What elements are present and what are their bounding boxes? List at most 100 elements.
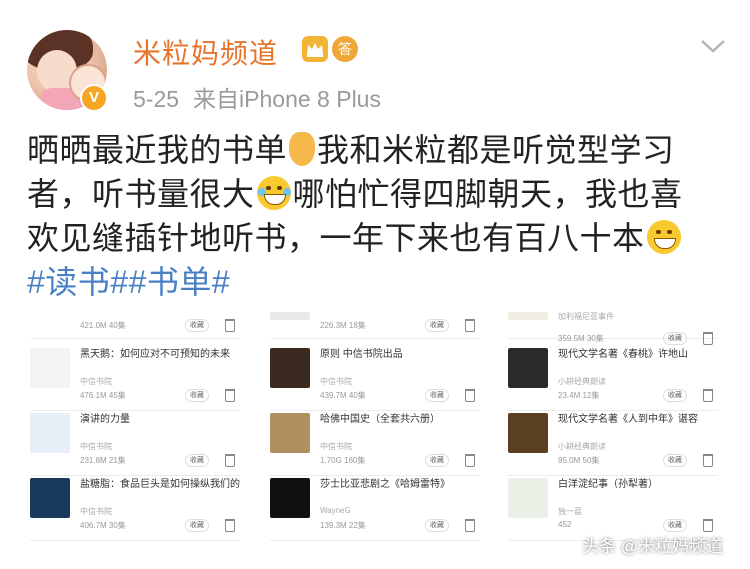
collect-button[interactable]: 收藏	[185, 389, 209, 402]
book-stats: 1.70G 160集	[320, 455, 365, 466]
book-stats: 95.0M 50集	[558, 455, 599, 466]
book-stats: 406.7M 30集	[80, 520, 126, 531]
book-cover-image[interactable]	[270, 478, 310, 518]
book-cover-image[interactable]	[30, 413, 70, 453]
book-stats: 359.5M 30集	[558, 333, 604, 344]
trash-icon[interactable]	[225, 319, 235, 332]
book-size: 476.1M	[80, 391, 107, 400]
post-text: 晒晒最近我的书单 我和米粒都是听觉型学习 者，听书量很大 哪怕忙得四脚朝天，我也喜 …	[27, 128, 727, 304]
book-title[interactable]: 白洋淀纪事（孙犁著）	[558, 478, 718, 491]
trash-icon[interactable]	[465, 454, 475, 467]
book-item[interactable]: 哈佛中国史（全套共六册） 中信书院 1.70G 160集 收藏	[270, 413, 480, 476]
crown-icon	[302, 36, 328, 62]
collect-button[interactable]: 收藏	[425, 454, 449, 467]
post-date: 5-25	[133, 86, 180, 112]
trash-icon[interactable]	[703, 519, 713, 532]
book-item[interactable]: 原则 中信书院出品中信书院 439.7M 40集 收藏	[270, 348, 480, 411]
post-line-3: 欢见缝插针地听书，一年下来也有百八十本	[27, 216, 727, 260]
trash-icon[interactable]	[465, 519, 475, 532]
collect-button[interactable]: 收藏	[185, 454, 209, 467]
book-cover-image[interactable]	[508, 348, 548, 388]
collect-button[interactable]: 收藏	[663, 332, 687, 345]
trash-icon[interactable]	[225, 519, 235, 532]
post-text-segment: 者，听书量很大	[27, 176, 255, 212]
book-item[interactable]: 黑天鹅：如何应对不可预知的未来 中信书院 476.1M 45集 收藏	[30, 348, 240, 411]
collect-button[interactable]: 收藏	[425, 319, 449, 332]
collect-button[interactable]: 收藏	[425, 389, 449, 402]
book-item[interactable]: 加利福尼亚事件 359.5M 30集 收藏	[508, 312, 718, 345]
book-stats: 476.1M 45集	[80, 390, 126, 401]
collect-button[interactable]: 收藏	[425, 519, 449, 532]
collect-button[interactable]: 收藏	[663, 519, 687, 532]
book-item[interactable]: 现代文学名著《春桃》许地山 小耕经典朗读 23.4M 12集 收藏	[508, 348, 718, 411]
book-title[interactable]: 现代文学名著《春桃》许地山	[558, 348, 718, 361]
collect-button[interactable]: 收藏	[185, 319, 209, 332]
book-episodes: 160集	[341, 456, 366, 465]
book-size: 421.0M	[80, 321, 107, 330]
book-title[interactable]: 原则 中信书院出品	[320, 348, 480, 361]
trash-icon[interactable]	[225, 389, 235, 402]
book-item[interactable]: 现代文学名著《人到中年》谌容 小耕经典朗读 95.0M 50集 收藏	[508, 413, 718, 476]
post-text-segment: 欢见缝插针地听书，一年下来也有百八十本	[27, 220, 645, 256]
book-title[interactable]: 盐糖脂：食品巨头是如何操纵我们的	[80, 478, 240, 491]
collect-button[interactable]: 收藏	[663, 454, 687, 467]
username[interactable]: 米粒妈频道	[133, 32, 278, 72]
book-size: 452	[558, 520, 572, 529]
book-publisher: WayneG	[320, 506, 351, 515]
post-line-1: 晒晒最近我的书单 我和米粒都是听觉型学习	[27, 128, 727, 172]
collect-button[interactable]: 收藏	[663, 389, 687, 402]
book-size: 226.3M	[320, 321, 347, 330]
book-episodes: 50集	[580, 456, 600, 465]
book-publisher: 中信书院	[320, 377, 352, 386]
book-size: 139.3M	[320, 521, 347, 530]
book-size: 95.0M	[558, 456, 581, 465]
post-source: 来自iPhone 8 Plus	[193, 86, 381, 112]
book-item[interactable]: 盐糖脂：食品巨头是如何操纵我们的 中信书院 406.7M 30集 收藏	[30, 478, 240, 541]
book-stats: 439.7M 40集	[320, 390, 366, 401]
book-title[interactable]: 黑天鹅：如何应对不可预知的未来	[80, 348, 240, 361]
book-cover-image[interactable]	[30, 478, 70, 518]
book-item[interactable]: 莎士比亚悲剧之《哈姆雷特》 WayneG 139.3M 22集 收藏	[270, 478, 480, 541]
book-cover-image[interactable]	[508, 478, 548, 518]
book-size: 231.8M	[80, 456, 107, 465]
trash-icon[interactable]	[703, 332, 713, 345]
book-cover-image[interactable]	[270, 348, 310, 388]
post-line-2: 者，听书量很大 哪怕忙得四脚朝天，我也喜	[27, 172, 727, 216]
book-episodes: 40集	[106, 321, 126, 330]
book-title[interactable]: 现代文学名著《人到中年》谌容	[558, 413, 718, 426]
book-size: 406.7M	[80, 521, 107, 530]
book-stats: 231.8M 21集	[80, 455, 126, 466]
book-cover-image[interactable]	[270, 413, 310, 453]
book-episodes: 18集	[346, 321, 366, 330]
trash-icon[interactable]	[225, 454, 235, 467]
book-title[interactable]: 哈佛中国史（全套共六册）	[320, 413, 480, 426]
laughing-tears-emoji-icon	[256, 176, 291, 210]
chevron-down-icon[interactable]	[700, 38, 726, 58]
post-meta: 5-25 来自iPhone 8 Plus	[133, 80, 381, 114]
hashtag-links[interactable]: #读书##书单#	[27, 260, 727, 304]
book-cover-image[interactable]	[508, 413, 548, 453]
trash-icon[interactable]	[465, 319, 475, 332]
grinning-emoji-icon	[646, 220, 681, 254]
trash-icon[interactable]	[703, 454, 713, 467]
book-item[interactable]: 226.3M 18集 收藏	[270, 312, 480, 339]
book-stats: 226.3M 18集	[320, 320, 366, 331]
book-size: 439.7M	[320, 391, 347, 400]
watermark: 头条 @米粒妈频道	[582, 537, 723, 556]
book-title[interactable]: 莎士比亚悲剧之《哈姆雷特》	[320, 478, 480, 491]
collect-button[interactable]: 收藏	[185, 519, 209, 532]
book-title[interactable]: 演讲的力量	[80, 413, 240, 426]
book-publisher: 中信书院	[320, 442, 352, 451]
trash-icon[interactable]	[703, 389, 713, 402]
book-item[interactable]: 421.0M 40集 收藏	[30, 314, 240, 339]
book-stats: 452	[558, 520, 571, 529]
book-episodes: 21集	[106, 456, 126, 465]
trash-icon[interactable]	[465, 389, 475, 402]
book-item[interactable]: 演讲的力量 中信书院 231.8M 21集 收藏	[30, 413, 240, 476]
book-episodes: 40集	[346, 391, 366, 400]
book-episodes: 30集	[584, 334, 604, 343]
post-text-segment: 晒晒最近我的书单	[27, 132, 288, 168]
book-cover-image[interactable]	[30, 348, 70, 388]
book-stats: 23.4M 12集	[558, 390, 599, 401]
verified-badge-icon: V	[80, 84, 108, 112]
